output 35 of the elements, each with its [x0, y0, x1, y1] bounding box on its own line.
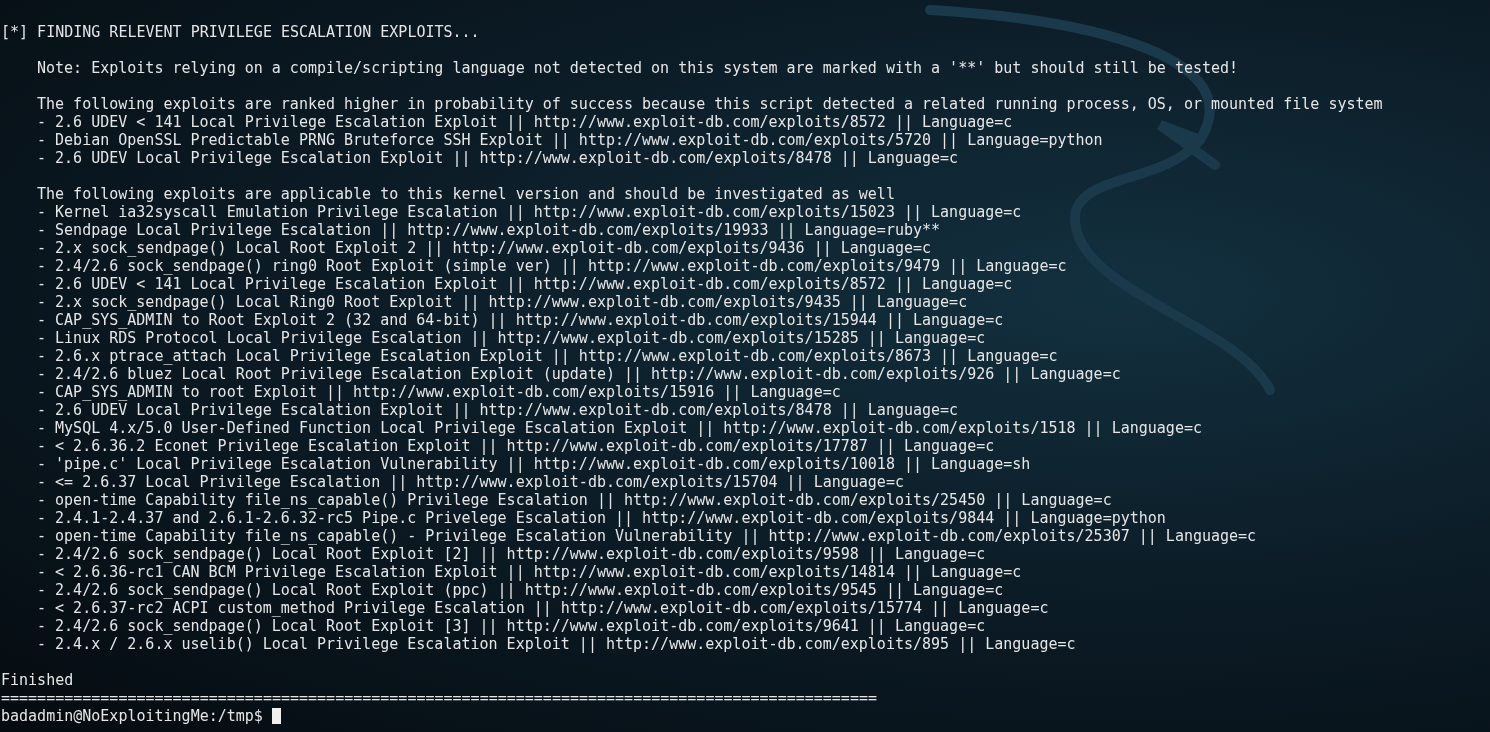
exploit-line: - Kernel ia32syscall Emulation Privilege Escalation || http://www.exploit-db.com/exploits/15023 || Language=c: [37, 203, 1022, 221]
section-heading: [*] FINDING RELEVENT PRIVILEGE ESCALATION EXPLOITS...: [1, 23, 480, 41]
note-text: Note: Exploits relying on a compile/scripting language not detected on this system are marked with a '**' but should still be tested!: [37, 59, 1239, 77]
exploit-line: - 2.6 UDEV < 141 Local Privilege Escalation Exploit || http://www.exploit-db.com/exploits/8572 || Language=c: [37, 113, 1013, 131]
exploit-line: - 2.4.1-2.4.37 and 2.6.1-2.6.32-rc5 Pipe.c Privelege Escalation || http://www.exploit-db.com/exploits/9844 || Language=python: [37, 509, 1166, 527]
exploit-line: - 2.4/2.6 sock_sendpage() Local Root Exploit [3] || http://www.exploit-db.com/exploits/9641 || Language=c: [37, 617, 986, 635]
exploit-line: - 2.4/2.6 bluez Local Root Privilege Escalation Exploit (update) || http://www.exploit-db.com/exploits/926 || Language=c: [37, 365, 1121, 383]
exploit-line: - 2.4/2.6 sock_sendpage() ring0 Root Exploit (simple ver) || http://www.exploit-db.com/exploits/9479 || Language=c: [37, 257, 1067, 275]
separator-line: =================================================================================================: [1, 689, 877, 707]
shell-prompt: badadmin@NoExploitingMe:/tmp$: [1, 707, 263, 725]
exploit-line: - 2.6 UDEV Local Privilege Escalation Exploit || http://www.exploit-db.com/exploits/8478 || Language=c: [37, 149, 959, 167]
exploit-line: - CAP_SYS_ADMIN to root Exploit || http://www.exploit-db.com/exploits/15916 || Language=c: [37, 383, 841, 401]
exploit-line: - 2.x sock_sendpage() Local Root Exploit 2 || http://www.exploit-db.com/exploits/9436 || Language=c: [37, 239, 932, 257]
status-text: Finished: [1, 671, 74, 689]
intro-text: The following exploits are applicable to this kernel version and should be investigated as well: [37, 185, 895, 203]
exploit-line: - < 2.6.37-rc2 ACPI custom_method Privilege Escalation || http://www.exploit-db.com/exploits/15774 || Language=c: [37, 599, 1049, 617]
exploit-line: - < 2.6.36-rc1 CAN BCM Privilege Escalation Exploit || http://www.exploit-db.com/exploits/14814 || Language=c: [37, 563, 1022, 581]
exploit-line: - 2.4.x / 2.6.x uselib() Local Privilege Escalation Exploit || http://www.exploit-db.com/exploits/895 || Language=c: [37, 635, 1076, 653]
exploit-line: - 2.6.x ptrace_attach Local Privilege Escalation Exploit || http://www.exploit-db.com/exploits/8673 || Language=c: [37, 347, 1058, 365]
exploit-line: - 2.4/2.6 sock_sendpage() Local Root Exploit [2] || http://www.exploit-db.com/exploits/9598 || Language=c: [37, 545, 986, 563]
exploit-line: - Debian OpenSSL Predictable PRNG Bruteforce SSH Exploit || http://www.exploit-db.com/exploits/5720 || Language=python: [37, 131, 1103, 149]
exploit-line: - 'pipe.c' Local Privilege Escalation Vulnerability || http://www.exploit-db.com/exploits/10018 || Language=sh: [37, 455, 1031, 473]
intro-text: The following exploits are ranked higher in probability of success because this script detected a related running process, OS, or mounted file system: [37, 95, 1383, 113]
exploit-line: - open-time Capability file_ns_capable() - Privilege Escalation Vulnerability || http://www.exploit-db.com/exploits/25307 || Language=c: [37, 527, 1257, 545]
exploit-line: - Linux RDS Protocol Local Privilege Escalation || http://www.exploit-db.com/exploits/15285 || Language=c: [37, 329, 986, 347]
exploit-line: - 2.6 UDEV < 141 Local Privilege Escalation Exploit || http://www.exploit-db.com/exploits/8572 || Language=c: [37, 275, 1013, 293]
exploit-line: - < 2.6.36.2 Econet Privilege Escalation Exploit || http://www.exploit-db.com/exploits/17787 || Language=c: [37, 437, 995, 455]
exploit-line: - 2.x sock_sendpage() Local Ring0 Root Exploit || http://www.exploit-db.com/exploits/9435 || Language=c: [37, 293, 968, 311]
exploit-line: - open-time Capability file_ns_capable() Privilege Escalation || http://www.exploit-db.com/exploits/25450 || Language=c: [37, 491, 1112, 509]
exploit-line: - MySQL 4.x/5.0 User-Defined Function Local Privilege Escalation Exploit || http://www.exploit-db.com/exploits/1518 || Language=c: [37, 419, 1202, 437]
exploit-line: - 2.6 UDEV Local Privilege Escalation Exploit || http://www.exploit-db.com/exploits/8478 || Language=c: [37, 401, 959, 419]
exploit-line: - Sendpage Local Privilege Escalation || http://www.exploit-db.com/exploits/19933 || Language=ruby**: [37, 221, 941, 239]
exploit-line: - <= 2.6.37 Local Privilege Escalation || http://www.exploit-db.com/exploits/15704 || Language=c: [37, 473, 904, 491]
exploit-line: - 2.4/2.6 sock_sendpage() Local Root Exploit (ppc) || http://www.exploit-db.com/exploits/9545 || Language=c: [37, 581, 1004, 599]
exploit-line: - CAP_SYS_ADMIN to Root Exploit 2 (32 and 64-bit) || http://www.exploit-db.com/exploits/15944 || Language=c: [37, 311, 1004, 329]
